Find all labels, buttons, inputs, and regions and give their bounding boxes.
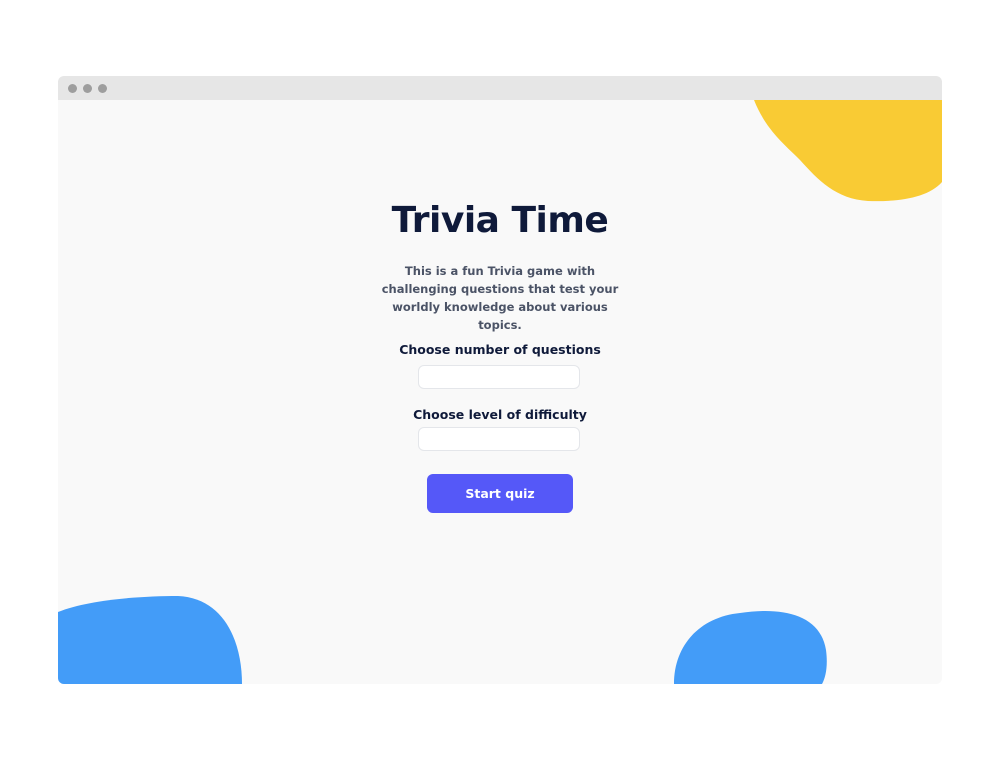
start-quiz-button[interactable]: Start quiz [427, 474, 573, 513]
yellow-blob [754, 100, 942, 202]
browser-window: Trivia Time This is a fun Trivia game wi… [58, 76, 942, 684]
window-dot[interactable] [83, 84, 92, 93]
difficulty-input[interactable] [418, 427, 580, 451]
blue-blob-left [58, 596, 242, 684]
page-content: Trivia Time This is a fun Trivia game wi… [58, 100, 942, 684]
page-description: This is a fun Trivia game with challengi… [381, 264, 619, 332]
page-title: Trivia Time [391, 200, 609, 241]
questions-label: Choose number of questions [399, 342, 601, 357]
blue-blob-right [674, 610, 827, 684]
window-titlebar [58, 76, 942, 100]
window-dot[interactable] [68, 84, 77, 93]
difficulty-label: Choose level of difficulty [413, 407, 587, 422]
window-dot[interactable] [98, 84, 107, 93]
questions-input[interactable] [418, 365, 580, 389]
